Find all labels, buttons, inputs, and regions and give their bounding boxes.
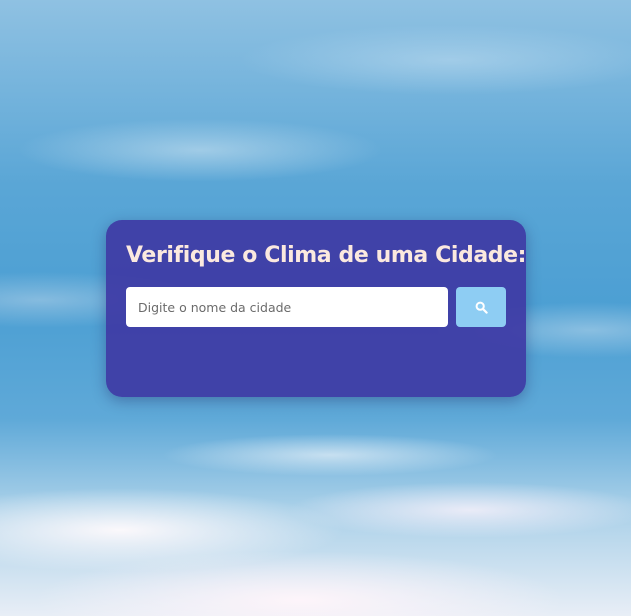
search-icon — [475, 301, 488, 314]
card-title: Verifique o Clima de uma Cidade: — [126, 243, 527, 268]
search-row — [126, 287, 506, 327]
search-button[interactable] — [456, 287, 506, 327]
weather-search-card: Verifique o Clima de uma Cidade: — [106, 220, 526, 397]
city-search-input[interactable] — [126, 287, 448, 327]
